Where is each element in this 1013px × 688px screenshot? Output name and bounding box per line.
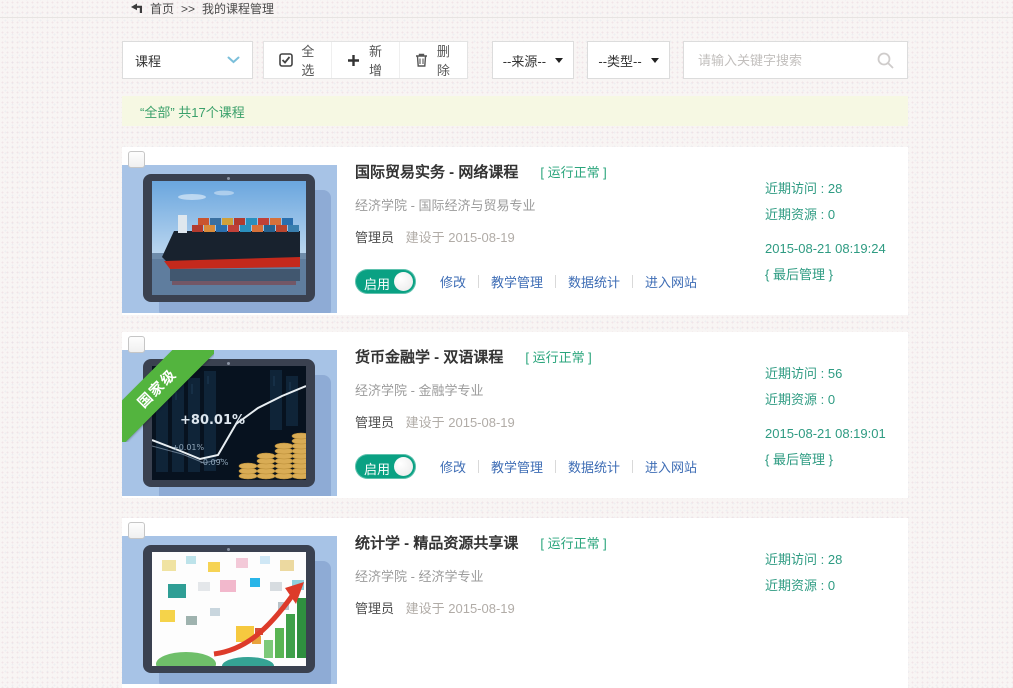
course-stats: 近期访问 : 28 近期资源 : 0 2015-08-21 08:19:24 {… — [765, 181, 886, 293]
chart-label-small2: -0.09% — [200, 458, 229, 467]
course-checkbox[interactable] — [128, 336, 145, 353]
course-thumbnail-panel[interactable] — [122, 165, 337, 313]
breadcrumb-home[interactable]: 首页 — [150, 0, 174, 17]
divider — [555, 460, 556, 473]
course-management-page: { "breadcrumb": { "home": "首页", "separat… — [0, 0, 1013, 609]
search-icon[interactable] — [876, 51, 895, 70]
course-built-date: 建设于 2015-08-19 — [406, 415, 515, 430]
dropdown-arrow-icon — [555, 58, 563, 63]
course-owner: 管理员 — [355, 415, 394, 430]
add-button[interactable]: 新增 — [332, 42, 400, 78]
search-input[interactable] — [696, 52, 876, 69]
chevron-down-icon — [227, 56, 240, 64]
edit-link[interactable]: 修改 — [440, 457, 466, 476]
course-status-badge: [ 运行正常 ] — [525, 347, 591, 366]
toolbar: 课程 全选 新增 删除 — [122, 41, 908, 79]
enable-toggle-label: 启用 — [364, 274, 390, 293]
course-type-select-value: 课程 — [135, 51, 161, 70]
delete-button[interactable]: 删除 — [400, 42, 467, 78]
course-thumbnail-panel[interactable] — [122, 536, 337, 684]
last-managed-label[interactable]: { 最后管理 } — [765, 452, 886, 468]
course-checkbox[interactable] — [128, 522, 145, 539]
search-box — [683, 41, 908, 79]
last-managed-label[interactable]: { 最后管理 } — [765, 267, 886, 283]
tablet-frame — [143, 174, 315, 302]
dropdown-arrow-icon — [651, 58, 659, 63]
chart-label-small1: +0.01% — [172, 443, 205, 452]
course-built-date: 建设于 2015-08-19 — [406, 230, 515, 245]
course-owner: 管理员 — [355, 230, 394, 245]
recent-resources: 近期资源 : 0 — [765, 392, 886, 408]
checkbox-check-icon — [279, 53, 293, 67]
enter-site-link[interactable]: 进入网站 — [645, 272, 697, 291]
container-ship-photo — [152, 181, 306, 295]
course-status-badge: [ 运行正常 ] — [540, 162, 606, 181]
course-stats: 近期访问 : 56 近期资源 : 0 2015-08-21 08:19:01 {… — [765, 366, 886, 478]
edit-link[interactable]: 修改 — [440, 272, 466, 291]
enable-toggle-label: 启用 — [364, 459, 390, 478]
teaching-management-link[interactable]: 教学管理 — [491, 272, 543, 291]
recent-visits: 近期访问 : 28 — [765, 181, 886, 197]
recent-visits: 近期访问 : 28 — [765, 552, 842, 568]
course-checkbox[interactable] — [128, 151, 145, 168]
toggle-knob-icon — [394, 457, 413, 476]
trash-icon — [415, 53, 428, 67]
result-summary-text: “全部” 共17个课程 — [140, 102, 245, 121]
enable-toggle[interactable]: 启用 — [355, 269, 416, 294]
enable-toggle[interactable]: 启用 — [355, 454, 416, 479]
add-label: 新增 — [367, 41, 384, 79]
course-title[interactable]: 国际贸易实务 - 网络课程 — [355, 161, 518, 182]
recent-visits: 近期访问 : 56 — [765, 366, 886, 382]
type-filter-select[interactable]: --类型-- — [587, 41, 670, 79]
course-type-select[interactable]: 课程 — [122, 41, 253, 79]
course-thumbnail-panel[interactable]: +80.01% +0.01% -0.09% 国家级 — [122, 350, 337, 496]
divider — [632, 460, 633, 473]
teaching-management-link[interactable]: 教学管理 — [491, 457, 543, 476]
source-filter-value: --来源-- — [503, 51, 546, 70]
breadcrumb-current: 我的课程管理 — [202, 0, 274, 17]
course-card: 统计学 - 精品资源共享课 [ 运行正常 ] 经济学院 - 经济学专业 管理员 … — [122, 518, 908, 688]
data-statistics-link[interactable]: 数据统计 — [568, 457, 620, 476]
plus-icon — [347, 54, 360, 67]
select-all-label: 全选 — [300, 41, 317, 79]
type-filter-value: --类型-- — [598, 51, 641, 70]
course-title[interactable]: 统计学 - 精品资源共享课 — [355, 532, 518, 553]
breadcrumb: 首页 >> 我的课程管理 — [0, 0, 1013, 18]
course-status-badge: [ 运行正常 ] — [540, 533, 606, 552]
divider — [555, 275, 556, 288]
recent-resources: 近期资源 : 0 — [765, 578, 842, 594]
delete-label: 删除 — [435, 41, 452, 79]
toggle-knob-icon — [394, 272, 413, 291]
national-level-badge: 国家级 — [122, 350, 214, 442]
source-filter-select[interactable]: --来源-- — [492, 41, 575, 79]
result-summary-bar: “全部” 共17个课程 — [122, 96, 908, 126]
course-title[interactable]: 货币金融学 - 双语课程 — [355, 346, 503, 367]
recent-resources: 近期资源 : 0 — [765, 207, 886, 223]
badge-ribbon: 国家级 — [122, 350, 214, 442]
divider — [632, 275, 633, 288]
course-card: +80.01% +0.01% -0.09% 国家级 — [122, 332, 908, 498]
divider — [478, 275, 479, 288]
course-card: 国际贸易实务 - 网络课程 [ 运行正常 ] 经济学院 - 国际经济与贸易专业 … — [122, 147, 908, 315]
data-statistics-link[interactable]: 数据统计 — [568, 272, 620, 291]
tablet-frame — [143, 545, 315, 673]
divider — [478, 460, 479, 473]
bulk-actions-group: 全选 新增 删除 — [263, 41, 468, 79]
growth-infographic-photo — [152, 552, 306, 666]
last-managed-time: 2015-08-21 08:19:24 — [765, 241, 886, 257]
enter-site-link[interactable]: 进入网站 — [645, 457, 697, 476]
course-stats: 近期访问 : 28 近期资源 : 0 — [765, 552, 842, 604]
breadcrumb-separator: >> — [181, 2, 195, 16]
select-all-button[interactable]: 全选 — [264, 42, 333, 78]
last-managed-time: 2015-08-21 08:19:01 — [765, 426, 886, 442]
return-arrow-icon[interactable] — [130, 3, 143, 15]
